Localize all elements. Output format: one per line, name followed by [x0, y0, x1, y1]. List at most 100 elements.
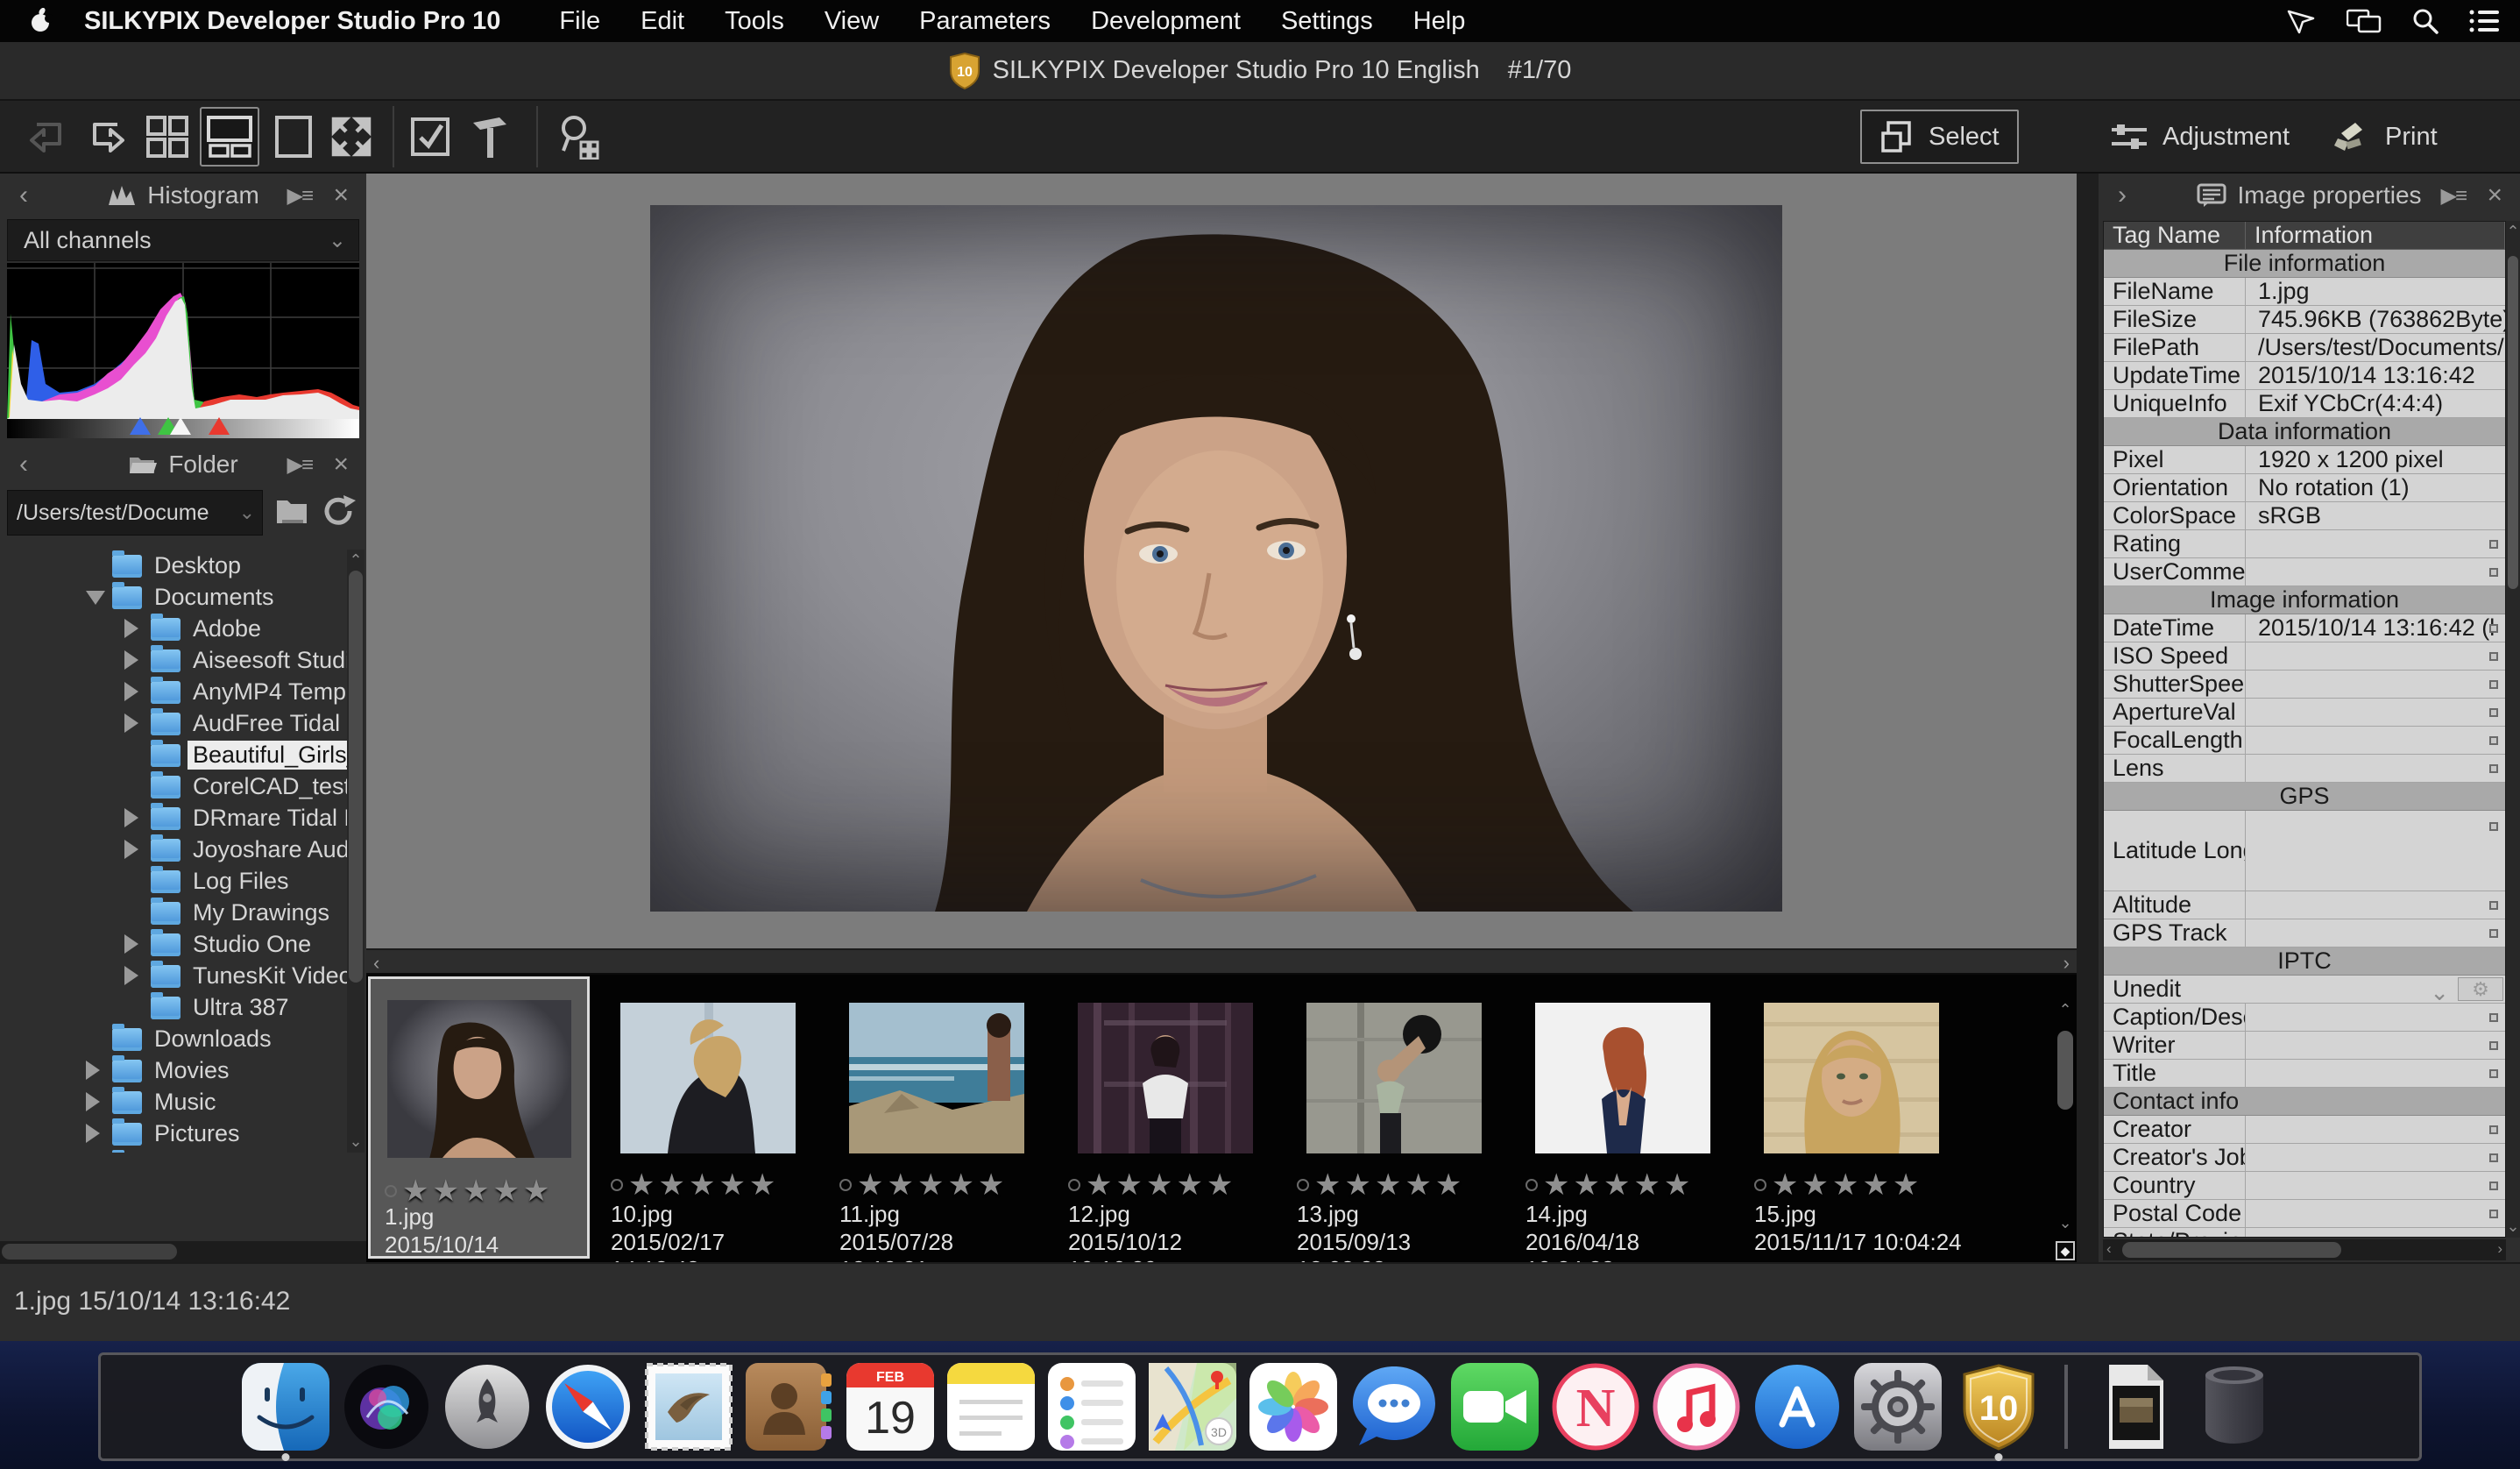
collapse-panel-icon[interactable]: ‹ [19, 181, 28, 210]
dock-app-store-icon[interactable] [1753, 1363, 1841, 1451]
channel-select-dropdown[interactable]: All channels ⌄ [7, 219, 359, 261]
dock-silkypix-icon[interactable]: 10 [1955, 1363, 2042, 1451]
dock-news-icon[interactable]: N [1552, 1363, 1639, 1451]
edit-marker-icon[interactable] [2489, 1182, 2498, 1190]
close-panel-icon[interactable]: × [333, 450, 349, 479]
property-row-colorspace[interactable]: ColorSpacesRGB [2104, 502, 2505, 530]
scroll-right-icon[interactable]: › [2063, 952, 2070, 975]
menu-item-view[interactable]: View [804, 7, 899, 36]
expand-expander-icon[interactable] [124, 934, 138, 954]
dock-maps-icon[interactable]: 3D [1149, 1363, 1236, 1451]
dock-messages-icon[interactable] [1350, 1363, 1438, 1451]
dock-safari-icon[interactable] [544, 1363, 632, 1451]
window-title-bar[interactable]: 10 SILKYPIX Developer Studio Pro 10 Engl… [0, 42, 2520, 101]
search-icon[interactable] [2411, 7, 2439, 35]
dock-notes-icon[interactable] [947, 1363, 1035, 1451]
checkmark-tool-button[interactable] [405, 111, 456, 162]
rating-stars[interactable]: ★★★★★ [1314, 1167, 1465, 1203]
menu-item-development[interactable]: Development [1071, 7, 1261, 36]
property-row-uniqueinfo[interactable]: UniqueInfoExif YCbCr(4:4:4) [2104, 390, 2505, 418]
sidebar-item-beautiful-girls-[interactable]: Beautiful_Girls_ [0, 739, 347, 770]
thumbnail-rating[interactable]: ★★★★★ [611, 1167, 779, 1203]
thumbnail-photo[interactable] [1078, 1003, 1253, 1153]
expand-expander-icon[interactable] [124, 650, 138, 670]
panel-menu-icon[interactable]: ▶≡ [2441, 183, 2466, 209]
expand-panel-icon[interactable]: › [2118, 181, 2127, 210]
dock-image-document-icon[interactable] [2090, 1363, 2177, 1451]
edit-marker-icon[interactable] [2489, 1041, 2498, 1050]
thumbnail-photo[interactable] [849, 1003, 1024, 1153]
edit-marker-icon[interactable] [2489, 764, 2498, 773]
rating-stars[interactable]: ★★★★★ [1086, 1167, 1236, 1203]
menu-item-edit[interactable]: Edit [620, 7, 704, 36]
property-row-usercomment[interactable]: UserComment [2104, 558, 2505, 586]
rating-circle-icon[interactable] [385, 1185, 397, 1197]
thumbnail-photo[interactable] [387, 1000, 571, 1158]
edit-marker-icon[interactable] [2489, 736, 2498, 745]
sidebar-item-documents[interactable]: Documents [0, 581, 347, 613]
edit-marker-icon[interactable] [2489, 652, 2498, 661]
rating-stars[interactable]: ★★★★★ [628, 1167, 779, 1203]
property-row-unedit[interactable]: Unedit⌄⚙ [2104, 976, 2505, 1004]
property-row-filesize[interactable]: FileSize745.96KB (763862Byte) [2104, 306, 2505, 334]
menu-app-name[interactable]: SILKYPIX Developer Studio Pro 10 [84, 7, 500, 36]
property-row-filename[interactable]: FileName1.jpg [2104, 278, 2505, 306]
dock-music-icon[interactable] [1653, 1363, 1740, 1451]
pointer-icon[interactable] [2287, 8, 2317, 34]
thumbnail-photo[interactable] [620, 1003, 796, 1153]
combination-view-button-selected[interactable] [200, 107, 259, 167]
sidebar-item-anymp4-temp[interactable]: AnyMP4 Temp [0, 676, 347, 707]
menu-item-tools[interactable]: Tools [704, 7, 804, 36]
scroll-left-icon[interactable]: ‹ [2106, 1240, 2112, 1258]
sidebar-item-movies[interactable]: Movies [0, 1054, 347, 1086]
information-column-header[interactable]: Information [2246, 222, 2505, 250]
edit-marker-icon[interactable] [2489, 624, 2498, 633]
dock-launchpad-icon[interactable] [443, 1363, 531, 1451]
print-mode-button[interactable]: Print [2315, 110, 2455, 164]
scroll-down-icon[interactable]: ⌄ [347, 1132, 365, 1151]
thumbnail-view-button[interactable] [142, 111, 193, 162]
scrollbar-thumb[interactable] [2508, 256, 2518, 589]
thumbnail-rating[interactable]: ★★★★★ [1297, 1167, 1465, 1203]
sidebar-item-music[interactable]: Music [0, 1086, 347, 1118]
expand-expander-icon[interactable] [86, 1092, 100, 1111]
refresh-icon[interactable] [321, 493, 359, 532]
expand-expander-icon[interactable] [86, 1061, 100, 1080]
sidebar-item-pictures[interactable]: Pictures [0, 1118, 347, 1149]
rating-circle-icon[interactable] [611, 1179, 623, 1191]
edit-marker-icon[interactable] [2489, 929, 2498, 938]
filmstrip-horizontal-scrollbar[interactable]: ‹ › [366, 948, 2077, 975]
undo-rotate-left-button[interactable] [21, 111, 72, 162]
rating-stars[interactable]: ★★★★★ [1772, 1167, 1922, 1203]
sidebar-item-my-drawings[interactable]: My Drawings [0, 897, 347, 928]
white-level-marker[interactable] [170, 417, 191, 435]
property-row-creator[interactable]: Creator [2104, 1116, 2505, 1144]
blue-level-marker[interactable] [130, 417, 151, 435]
property-row-updatetime[interactable]: UpdateTime2015/10/14 13:16:42 [2104, 362, 2505, 390]
property-row-altitude[interactable]: Altitude [2104, 891, 2505, 919]
scroll-down-icon[interactable]: ⌄ [2055, 1214, 2076, 1232]
filmstrip-thumbnail-15-jpg[interactable]: ★★★★★15.jpg2015/11/17 10:04:24 [1740, 976, 1962, 1259]
scrollbar-thumb[interactable] [349, 571, 363, 983]
filmstrip-thumbnail-10-jpg[interactable]: ★★★★★10.jpg2015/02/17 14:18:43 [597, 976, 818, 1259]
filmstrip-thumbnail-11-jpg[interactable]: ★★★★★11.jpg2015/07/28 12:19:21 [825, 976, 1047, 1259]
browse-folder-button[interactable] [273, 493, 312, 532]
adjustment-mode-button[interactable]: Adjustment [2092, 110, 2307, 164]
expand-expander-icon[interactable] [124, 808, 138, 827]
menu-item-file[interactable]: File [539, 7, 620, 36]
edit-marker-icon[interactable] [2489, 568, 2498, 577]
property-row-iso-speed[interactable]: ISO Speed [2104, 642, 2505, 671]
scrollbar-thumb[interactable] [2057, 1031, 2073, 1110]
red-level-marker[interactable] [209, 417, 230, 435]
panel-menu-icon[interactable]: ▶≡ [287, 183, 312, 209]
property-row-gps-track[interactable]: GPS Track [2104, 919, 2505, 947]
scrollbar-thumb[interactable] [2, 1244, 177, 1260]
dock-facetime-icon[interactable] [1451, 1363, 1539, 1451]
edit-marker-icon[interactable] [2489, 901, 2498, 910]
expand-expander-icon[interactable] [124, 682, 138, 701]
collapse-panel-icon[interactable]: ‹ [19, 450, 28, 479]
close-panel-icon[interactable]: × [2487, 181, 2502, 210]
property-row-filepath[interactable]: FilePath/Users/test/Documents/B [2104, 334, 2505, 362]
rating-circle-icon[interactable] [839, 1179, 852, 1191]
gear-icon[interactable]: ⚙ [2458, 977, 2503, 1001]
